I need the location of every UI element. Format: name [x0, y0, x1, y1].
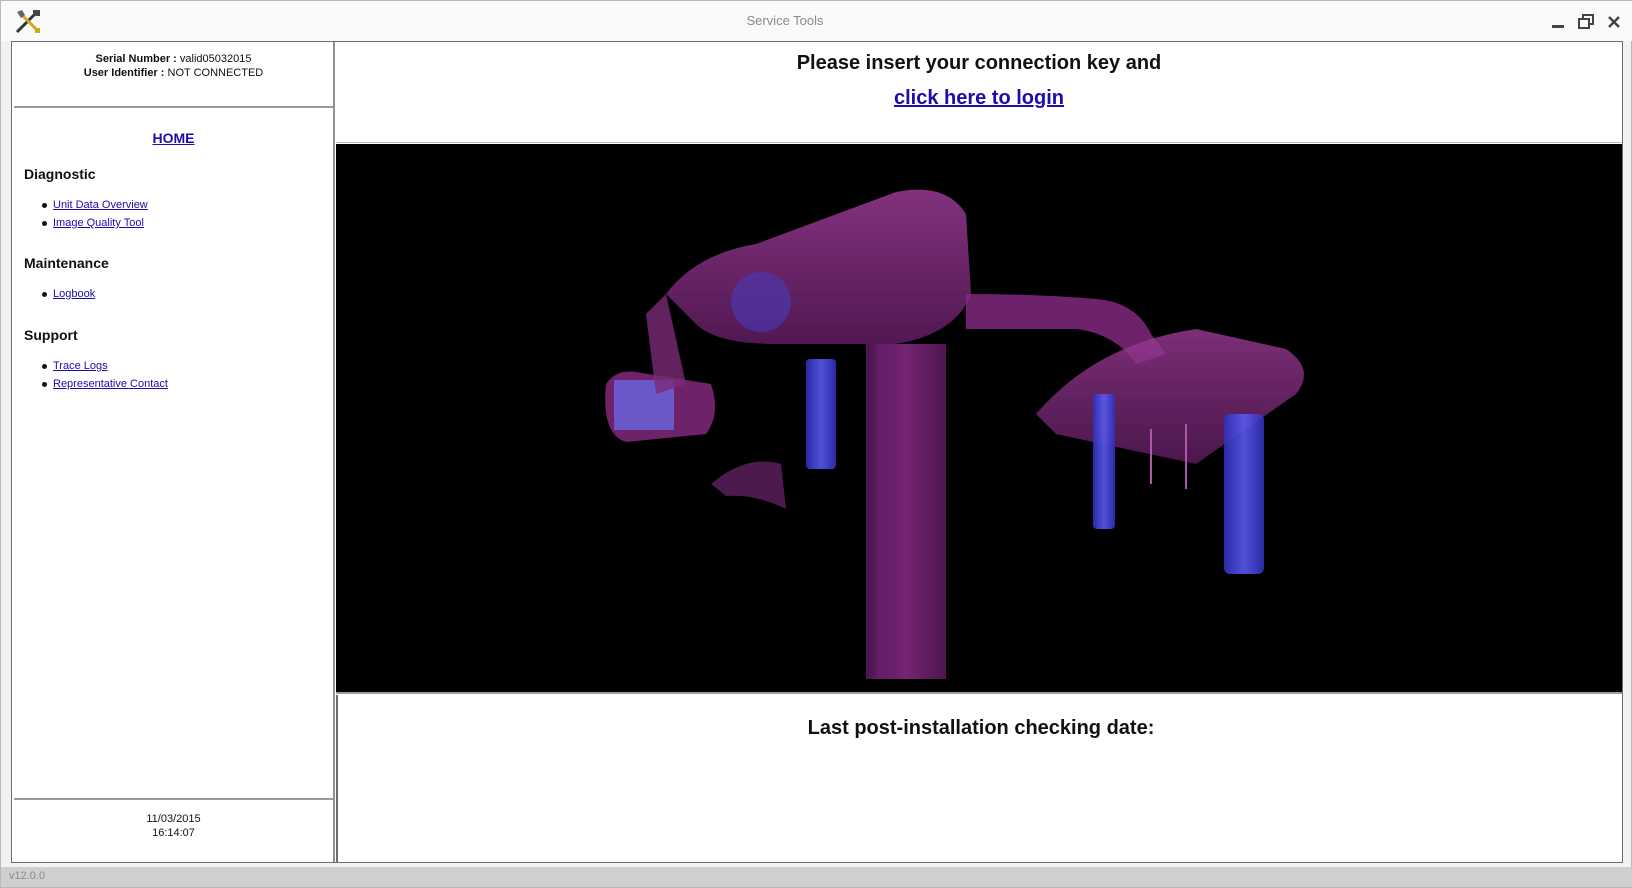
post-install-check-panel: Last post-installation checking date:	[336, 695, 1622, 862]
representative-contact-link[interactable]: Representative Contact	[53, 378, 168, 390]
user-identifier-label: User Identifier :	[83, 67, 165, 79]
section-diagnostic: Diagnostic	[24, 166, 96, 182]
serial-number-value: valid05032015	[179, 53, 252, 65]
login-panel: Please insert your connection key and cl…	[336, 42, 1622, 143]
serial-number-row: Serial Number : valid05032015	[14, 52, 333, 66]
list-item: Image Quality Tool	[42, 214, 148, 232]
version-label: v12.0.0	[9, 870, 46, 882]
restore-button[interactable]	[1575, 11, 1597, 33]
status-bar: v12.0.0	[1, 867, 1632, 887]
support-list: Trace Logs Representative Contact	[42, 357, 168, 393]
image-quality-tool-link[interactable]: Image Quality Tool	[53, 217, 144, 229]
list-item: Representative Contact	[42, 375, 168, 393]
close-button[interactable]	[1603, 11, 1625, 33]
unit-data-overview-link[interactable]: Unit Data Overview	[53, 199, 148, 211]
device-xray-image	[336, 144, 1622, 694]
ceph-right-sensor-shape	[1224, 414, 1264, 574]
main-content: Please insert your connection key and cl…	[336, 42, 1622, 862]
minimize-icon	[1552, 25, 1564, 28]
service-tools-window: Service Tools Serial Number : valid05032…	[0, 0, 1632, 888]
diagnostic-list: Unit Data Overview Image Quality Tool	[42, 196, 148, 232]
datetime-panel: 11/03/2015 16:14:07	[14, 798, 333, 862]
bullet-icon	[42, 202, 47, 208]
bullet-icon	[42, 220, 47, 226]
current-date: 11/03/2015	[146, 813, 201, 825]
user-identifier-row: User Identifier : NOT CONNECTED	[14, 66, 333, 80]
left-sensor-shape	[806, 359, 836, 469]
minimize-button[interactable]	[1547, 11, 1569, 33]
head-unit-shape	[666, 189, 971, 344]
sidebar: Serial Number : valid05032015 User Ident…	[12, 42, 335, 862]
list-item: Trace Logs	[42, 357, 168, 375]
window-title: Service Tools	[746, 13, 824, 28]
trace-logs-link[interactable]: Trace Logs	[53, 360, 108, 372]
bullet-icon	[42, 363, 47, 369]
ceph-left-sensor-shape	[1093, 394, 1115, 529]
login-prompt: Please insert your connection key and	[796, 52, 1162, 74]
post-install-check-label: Last post-installation checking date:	[807, 717, 1155, 739]
home-link[interactable]: HOME	[14, 130, 333, 146]
list-item: Logbook	[42, 285, 95, 303]
panoramic-unit-illustration	[605, 189, 1304, 679]
sidebar-navigation: HOME Diagnostic Unit Data Overview Image…	[14, 108, 333, 798]
login-link-row: click here to login	[336, 87, 1622, 110]
title-bar: Service Tools	[1, 1, 1632, 41]
close-icon	[1608, 16, 1620, 28]
device-info-panel: Serial Number : valid05032015 User Ident…	[14, 42, 333, 108]
logbook-link[interactable]: Logbook	[53, 288, 95, 300]
restore-icon	[1578, 14, 1594, 29]
maintenance-list: Logbook	[42, 285, 95, 303]
bullet-icon	[42, 381, 47, 387]
serial-number-label: Serial Number :	[95, 53, 177, 65]
section-maintenance: Maintenance	[24, 255, 109, 271]
current-time: 16:14:07	[152, 827, 195, 839]
list-item: Unit Data Overview	[42, 196, 148, 214]
app-frame: Serial Number : valid05032015 User Ident…	[11, 41, 1623, 863]
login-link[interactable]: click here to login	[894, 87, 1064, 109]
user-identifier-value: NOT CONNECTED	[167, 67, 264, 79]
section-support: Support	[24, 327, 78, 343]
bullet-icon	[42, 291, 47, 297]
